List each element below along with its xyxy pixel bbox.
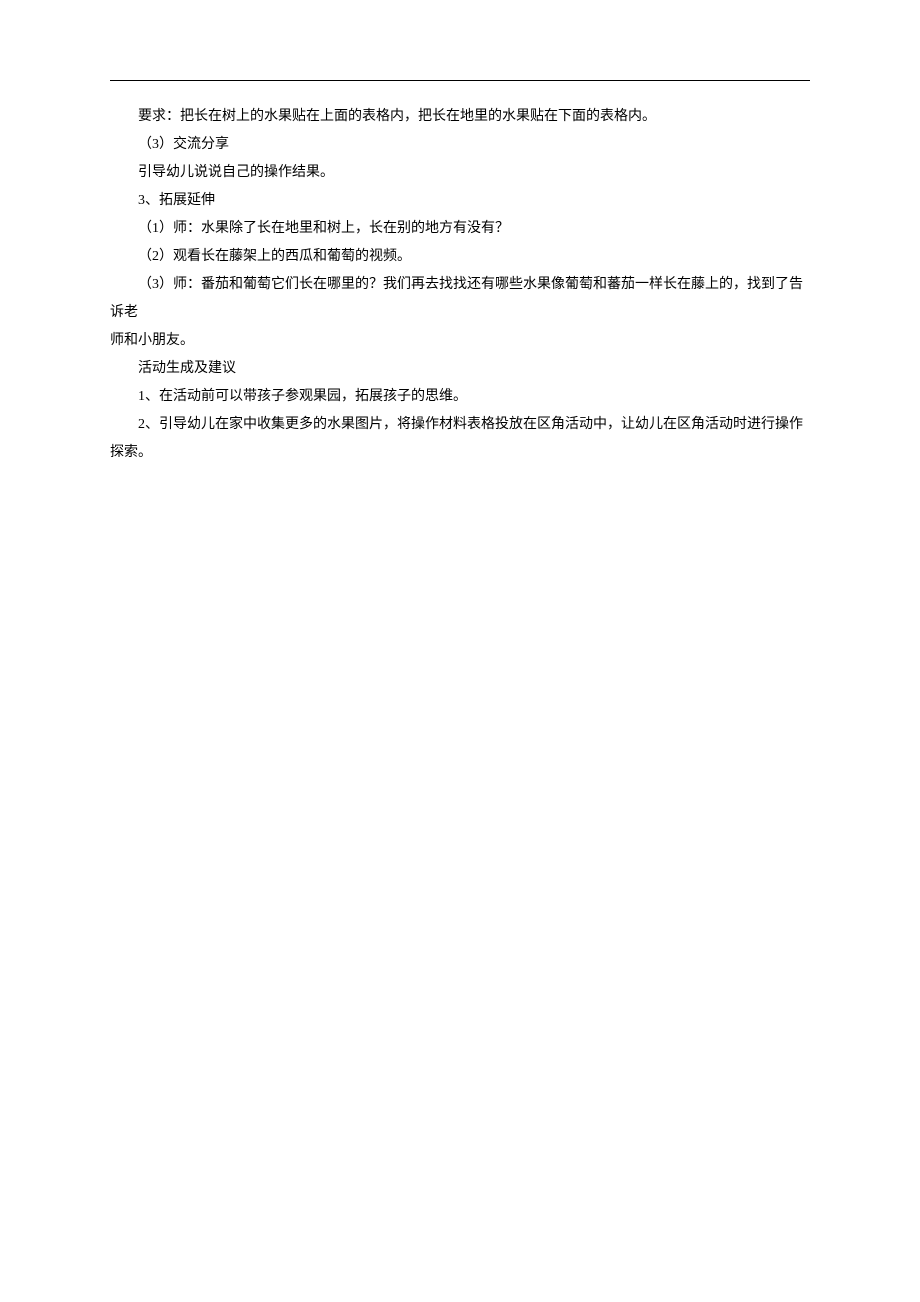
- paragraph: 3、拓展延伸: [110, 187, 810, 215]
- paragraph: 1、在活动前可以带孩子参观果园，拓展孩子的思维。: [110, 383, 810, 411]
- horizontal-rule: [110, 80, 810, 81]
- paragraph-continuation: 师和小朋友。: [110, 327, 810, 355]
- paragraph: 引导幼儿说说自己的操作结果。: [110, 159, 810, 187]
- paragraph: 2、引导幼儿在家中收集更多的水果图片，将操作材料表格投放在区角活动中，让幼儿在区…: [110, 411, 810, 467]
- paragraph: 要求：把长在树上的水果贴在上面的表格内，把长在地里的水果贴在下面的表格内。: [110, 103, 810, 131]
- paragraph: （3）交流分享: [110, 131, 810, 159]
- paragraph: （1）师：水果除了长在地里和树上，长在别的地方有没有？: [110, 215, 810, 243]
- paragraph: （2）观看长在藤架上的西瓜和葡萄的视频。: [110, 243, 810, 271]
- document-content: 要求：把长在树上的水果贴在上面的表格内，把长在地里的水果贴在下面的表格内。 （3…: [110, 103, 810, 467]
- paragraph: （3）师：番茄和葡萄它们长在哪里的？我们再去找找还有哪些水果像葡萄和蕃茄一样长在…: [110, 271, 810, 327]
- paragraph: 活动生成及建议: [110, 355, 810, 383]
- page-container: 要求：把长在树上的水果贴在上面的表格内，把长在地里的水果贴在下面的表格内。 （3…: [0, 0, 920, 467]
